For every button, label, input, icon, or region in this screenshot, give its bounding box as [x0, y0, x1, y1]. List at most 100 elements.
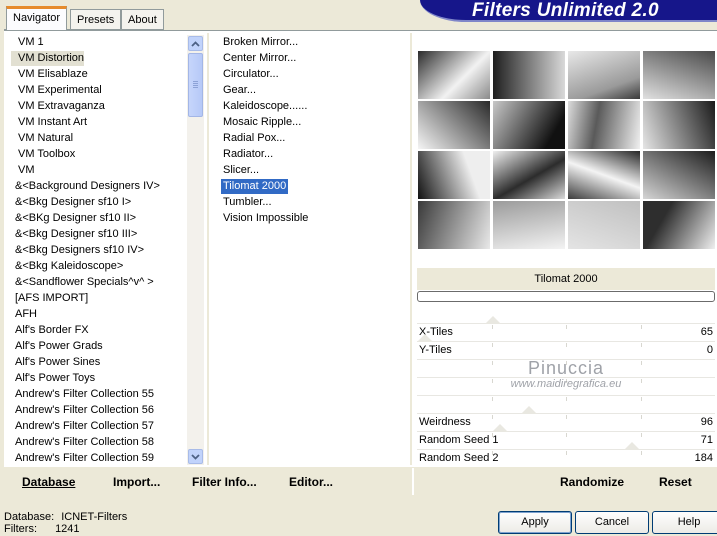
slider-tick [641, 451, 642, 455]
import-label: Import... [113, 475, 161, 489]
filter-item[interactable]: Mosaic Ripple... [221, 115, 303, 130]
slider-tick [641, 325, 642, 329]
tab-about[interactable]: About [121, 9, 164, 29]
command-separator [412, 468, 414, 495]
preview-tile [417, 150, 491, 200]
status-database-label: Database: [4, 511, 55, 523]
filter-item[interactable]: Tumbler... [221, 195, 274, 210]
preview-tile [642, 200, 716, 250]
filter-item[interactable]: Slicer... [221, 163, 261, 178]
category-item[interactable]: &<Bkg Designers sf10 IV> [11, 243, 144, 258]
category-item[interactable]: Andrew's Filter Collection 57 [11, 419, 154, 434]
import-button[interactable]: Import... [113, 475, 160, 489]
status-filters-label: Filters: [4, 523, 37, 535]
preview-tile [642, 50, 716, 100]
category-item[interactable]: Andrew's Filter Collection 56 [11, 403, 154, 418]
category-item[interactable]: Alf's Border FX [11, 323, 89, 338]
filter-item[interactable]: Tilomat 2000 [221, 179, 289, 194]
category-item[interactable]: VM Experimental [11, 83, 102, 98]
category-item[interactable]: [AFS IMPORT] [11, 291, 88, 306]
slider-thumb[interactable] [492, 424, 508, 432]
category-list[interactable]: VM 1 VM Distortion VM Elisablaze VM Experim… [11, 35, 186, 468]
filter-preview [417, 50, 716, 251]
category-item[interactable]: &<Bkg Designer sf10 III> [11, 227, 137, 242]
slider-tick [566, 415, 567, 419]
slider-tick [641, 433, 642, 437]
category-item[interactable]: &<BKg Designer sf10 II> [11, 211, 136, 226]
app-title: Filters Unlimited 2.0 [472, 0, 659, 21]
category-item[interactable]: Alf's Power Toys [11, 371, 95, 386]
preview-tile [492, 200, 566, 250]
filter-item[interactable]: Radial Pox... [221, 131, 287, 146]
category-item[interactable]: Andrew's Filter Collection 59 [11, 451, 154, 466]
scroll-down-button[interactable] [188, 449, 203, 464]
preview-tile [417, 50, 491, 100]
slider-weirdness[interactable]: Weirdness 96 [417, 406, 715, 431]
status-database-value: ICNET-Filters [61, 511, 128, 523]
slider-thumb[interactable] [485, 316, 501, 324]
slider-y-tiles[interactable]: Y-Tiles 0 [417, 334, 715, 359]
category-item[interactable]: Alf's Power Sines [11, 355, 100, 370]
cancel-button[interactable]: Cancel [575, 511, 649, 534]
category-item[interactable]: VM Instant Art [11, 115, 87, 130]
category-item[interactable]: VM Extravaganza [11, 99, 105, 114]
filter-item[interactable]: Kaleidoscope...... [221, 99, 309, 114]
category-item[interactable]: Andrew's Filter Collection 58 [11, 435, 154, 450]
reset-button[interactable]: Reset [659, 475, 692, 489]
tab-presets[interactable]: Presets [70, 9, 122, 29]
preview-tile [417, 200, 491, 250]
category-item[interactable]: VM Elisablaze [11, 67, 88, 82]
category-item[interactable]: &<Bkg Kaleidoscope> [11, 259, 123, 274]
scroll-up-button[interactable] [188, 36, 203, 51]
filter-info-label: Filter Info... [192, 475, 257, 489]
help-button[interactable]: Help [652, 511, 717, 534]
slider-thumb[interactable] [521, 406, 537, 414]
preview-tile [492, 150, 566, 200]
filter-item[interactable]: Center Mirror... [221, 51, 298, 66]
category-item[interactable]: VM Distortion [11, 51, 85, 66]
filter-item[interactable]: Gear... [221, 83, 258, 98]
filter-info-button[interactable]: Filter Info... [192, 475, 257, 489]
slider-thumb[interactable] [624, 442, 640, 450]
slider-tick [566, 433, 567, 437]
slider-random-seed-2[interactable]: Random Seed 2 184 [417, 442, 715, 467]
preview-tile [567, 150, 641, 200]
randomize-button[interactable]: Randomize [560, 475, 624, 489]
category-item[interactable]: &<Bkg Designer sf10 I> [11, 195, 131, 210]
category-item[interactable]: VM [11, 163, 35, 178]
tab-navigator[interactable]: Navigator [6, 6, 68, 30]
filter-item[interactable]: Broken Mirror... [221, 35, 300, 50]
category-item[interactable]: VM Natural [11, 131, 73, 146]
slider-random-seed-1[interactable]: Random Seed 1 71 [417, 424, 715, 449]
category-item[interactable]: &<Sandflower Specials^v^ > [11, 275, 154, 290]
scroll-grip [193, 81, 198, 82]
slider-thumb[interactable] [417, 334, 433, 342]
slider-tick [641, 415, 642, 419]
slider-tick [641, 343, 642, 347]
slider-tick [566, 343, 567, 347]
category-item[interactable]: Alf's Power Grads [11, 339, 103, 354]
filter-item[interactable]: Circulator... [221, 67, 281, 82]
category-item[interactable]: VM 1 [11, 35, 44, 50]
slider-tick [566, 451, 567, 455]
apply-button[interactable]: Apply [498, 511, 572, 534]
slider-tick [566, 325, 567, 329]
slider-tick [492, 325, 493, 329]
slider-label: Random Seed 1 [419, 434, 499, 446]
pane-divider [207, 33, 209, 465]
editor-button[interactable]: Editor... [289, 475, 333, 489]
filter-item[interactable]: Radiator... [221, 147, 275, 162]
category-item[interactable]: Andrew's Filter Collection 55 [11, 387, 154, 402]
watermark-url: www.maidiregrafica.eu [510, 378, 622, 390]
filter-item[interactable]: Vision Impossible [221, 211, 310, 226]
category-item[interactable]: AFH [11, 307, 37, 322]
category-item[interactable]: &<Background Designers IV> [11, 179, 160, 194]
category-item[interactable]: VM Toolbox [11, 147, 75, 162]
slider-tick [641, 397, 642, 401]
slider-tick [492, 415, 493, 419]
chevron-up-icon [191, 40, 200, 47]
preview-tile [642, 150, 716, 200]
slider-x-tiles[interactable]: X-Tiles 65 [417, 316, 715, 341]
preview-tile [567, 200, 641, 250]
database-button[interactable]: Database [22, 475, 75, 489]
